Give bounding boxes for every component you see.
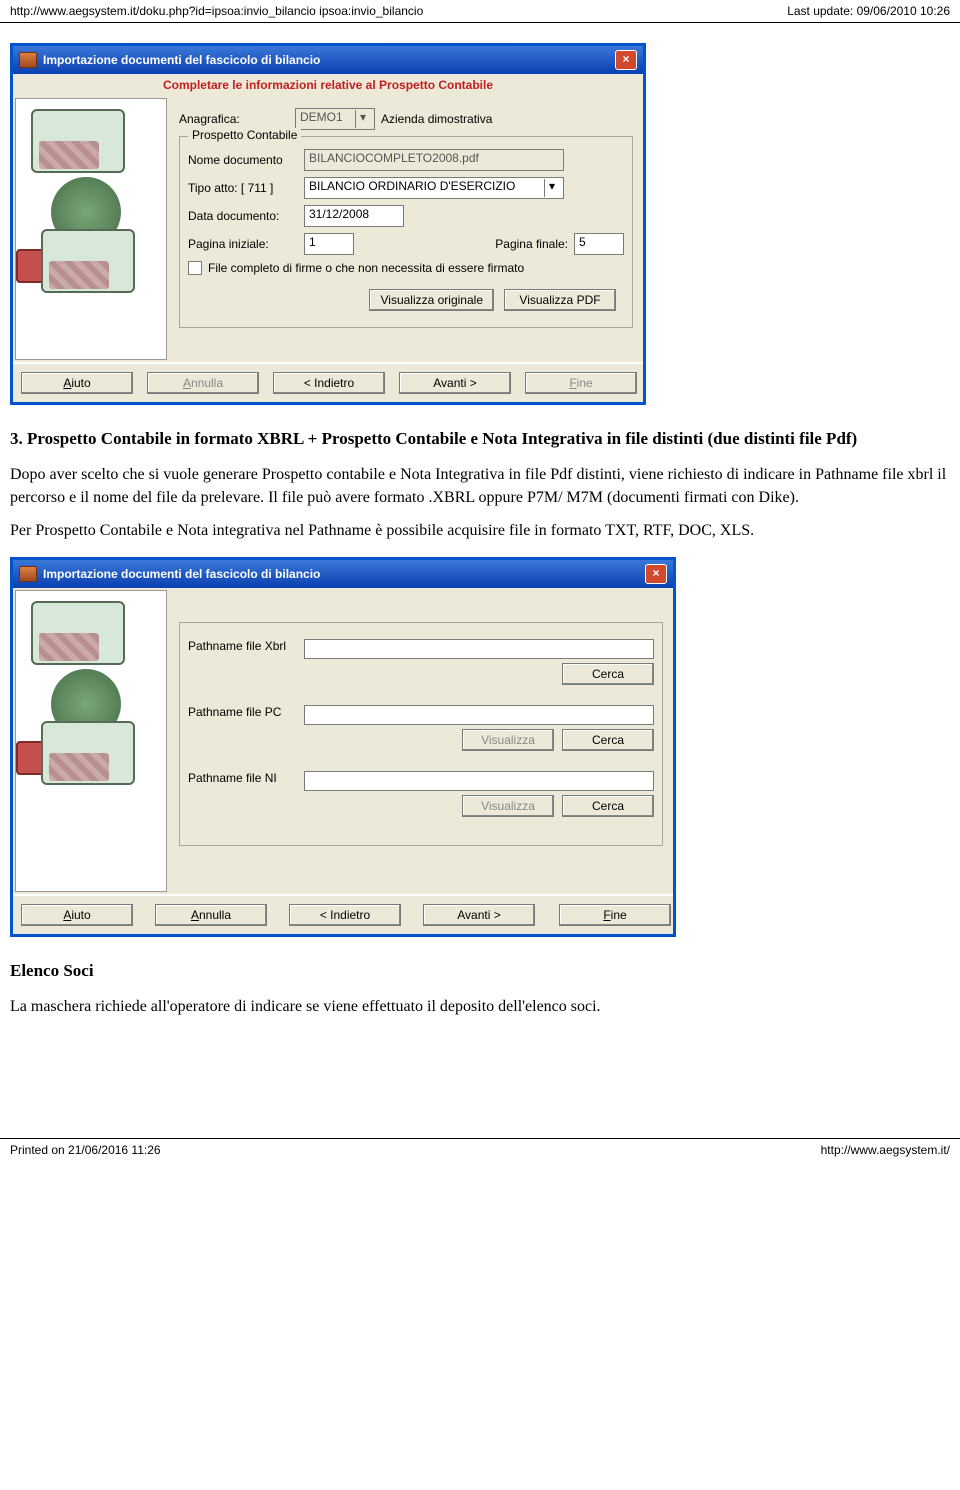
dialog-import-step1: Importazione documenti del fascicolo di … (10, 43, 646, 405)
footer-left: Printed on 21/06/2016 11:26 (10, 1143, 161, 1157)
paragraph: La maschera richiede all'operatore di in… (10, 995, 950, 1018)
anagrafica-select[interactable]: DEMO1▾ (295, 108, 375, 130)
view-original-button[interactable]: Visualizza originale (369, 289, 494, 311)
pagini-label: Pagina iniziale: (188, 237, 298, 251)
signed-checkbox[interactable] (188, 261, 202, 275)
dialog-import-step2: Importazione documenti del fascicolo di … (10, 557, 676, 937)
finish-button: Fine (525, 372, 637, 394)
dialog-subtitle: Completare le informazioni relative al P… (13, 74, 643, 96)
footer-right: http://www.aegsystem.it/ (821, 1143, 950, 1157)
group-legend: Prospetto Contabile (188, 128, 301, 142)
ni-view-button: Visualizza (462, 795, 554, 817)
wizard-illustration (15, 590, 167, 892)
pagfin-field[interactable]: 5 (574, 233, 624, 255)
paragraph: Dopo aver scelto che si vuole generare P… (10, 463, 950, 509)
dialog-title: Importazione documenti del fascicolo di … (43, 53, 320, 67)
ni-path-field[interactable] (304, 771, 654, 791)
next-button[interactable]: Avanti > (423, 904, 535, 926)
paragraph: Per Prospetto Contabile e Nota integrati… (10, 519, 950, 542)
close-icon[interactable]: × (645, 564, 667, 584)
header-left: http://www.aegsystem.it/doku.php?id=ipso… (10, 4, 423, 18)
section-heading-3: 3. Prospetto Contabile in formato XBRL +… (10, 429, 950, 449)
anagrafica-desc: Azienda dimostrativa (381, 112, 492, 126)
signed-checkbox-label: File completo di firme o che non necessi… (208, 261, 524, 275)
view-pdf-button[interactable]: Visualizza PDF (504, 289, 616, 311)
cancel-button: Annulla (147, 372, 259, 394)
pc-view-button: Visualizza (462, 729, 554, 751)
ni-label: Pathname file NI (188, 771, 298, 785)
dialog-title: Importazione documenti del fascicolo di … (43, 567, 320, 581)
tipoatto-select[interactable]: BILANCIO ORDINARIO D'ESERCIZIO▾ (304, 177, 564, 199)
titlebar: Importazione documenti del fascicolo di … (13, 560, 673, 588)
xbrl-label: Pathname file Xbrl (188, 639, 298, 653)
nomedoc-label: Nome documento (188, 153, 298, 167)
page-header: http://www.aegsystem.it/doku.php?id=ipso… (0, 0, 960, 23)
help-button[interactable]: Aiuto (21, 372, 133, 394)
finish-button[interactable]: Fine (559, 904, 671, 926)
chevron-down-icon: ▾ (355, 110, 370, 128)
back-button[interactable]: < Indietro (273, 372, 385, 394)
app-icon (19, 566, 37, 582)
prospetto-group: Prospetto Contabile Nome documento BILAN… (179, 136, 633, 328)
nomedoc-field: BILANCIOCOMPLETO2008.pdf (304, 149, 564, 171)
page-footer: Printed on 21/06/2016 11:26 http://www.a… (0, 1138, 960, 1161)
datadoc-label: Data documento: (188, 209, 298, 223)
help-button[interactable]: Aiuto (21, 904, 133, 926)
xbrl-path-field[interactable] (304, 639, 654, 659)
header-right: Last update: 09/06/2010 10:26 (787, 4, 950, 18)
next-button[interactable]: Avanti > (399, 372, 511, 394)
pagini-field[interactable]: 1 (304, 233, 354, 255)
pc-path-field[interactable] (304, 705, 654, 725)
back-button[interactable]: < Indietro (289, 904, 401, 926)
xbrl-search-button[interactable]: Cerca (562, 663, 654, 685)
wizard-illustration (15, 98, 167, 360)
app-icon (19, 52, 37, 68)
tipoatto-label: Tipo atto: [ 711 ] (188, 181, 298, 195)
section-heading-elenco: Elenco Soci (10, 961, 950, 981)
pathnames-group: Pathname file Xbrl Cerca Pathname file P… (179, 622, 663, 846)
anagrafica-label: Anagrafica: (179, 112, 289, 126)
ni-search-button[interactable]: Cerca (562, 795, 654, 817)
pagfin-label: Pagina finale: (495, 237, 568, 251)
pc-label: Pathname file PC (188, 705, 298, 719)
pc-search-button[interactable]: Cerca (562, 729, 654, 751)
cancel-button[interactable]: Annulla (155, 904, 267, 926)
close-icon[interactable]: × (615, 50, 637, 70)
titlebar: Importazione documenti del fascicolo di … (13, 46, 643, 74)
datadoc-field[interactable]: 31/12/2008 (304, 205, 404, 227)
chevron-down-icon: ▾ (544, 179, 559, 197)
